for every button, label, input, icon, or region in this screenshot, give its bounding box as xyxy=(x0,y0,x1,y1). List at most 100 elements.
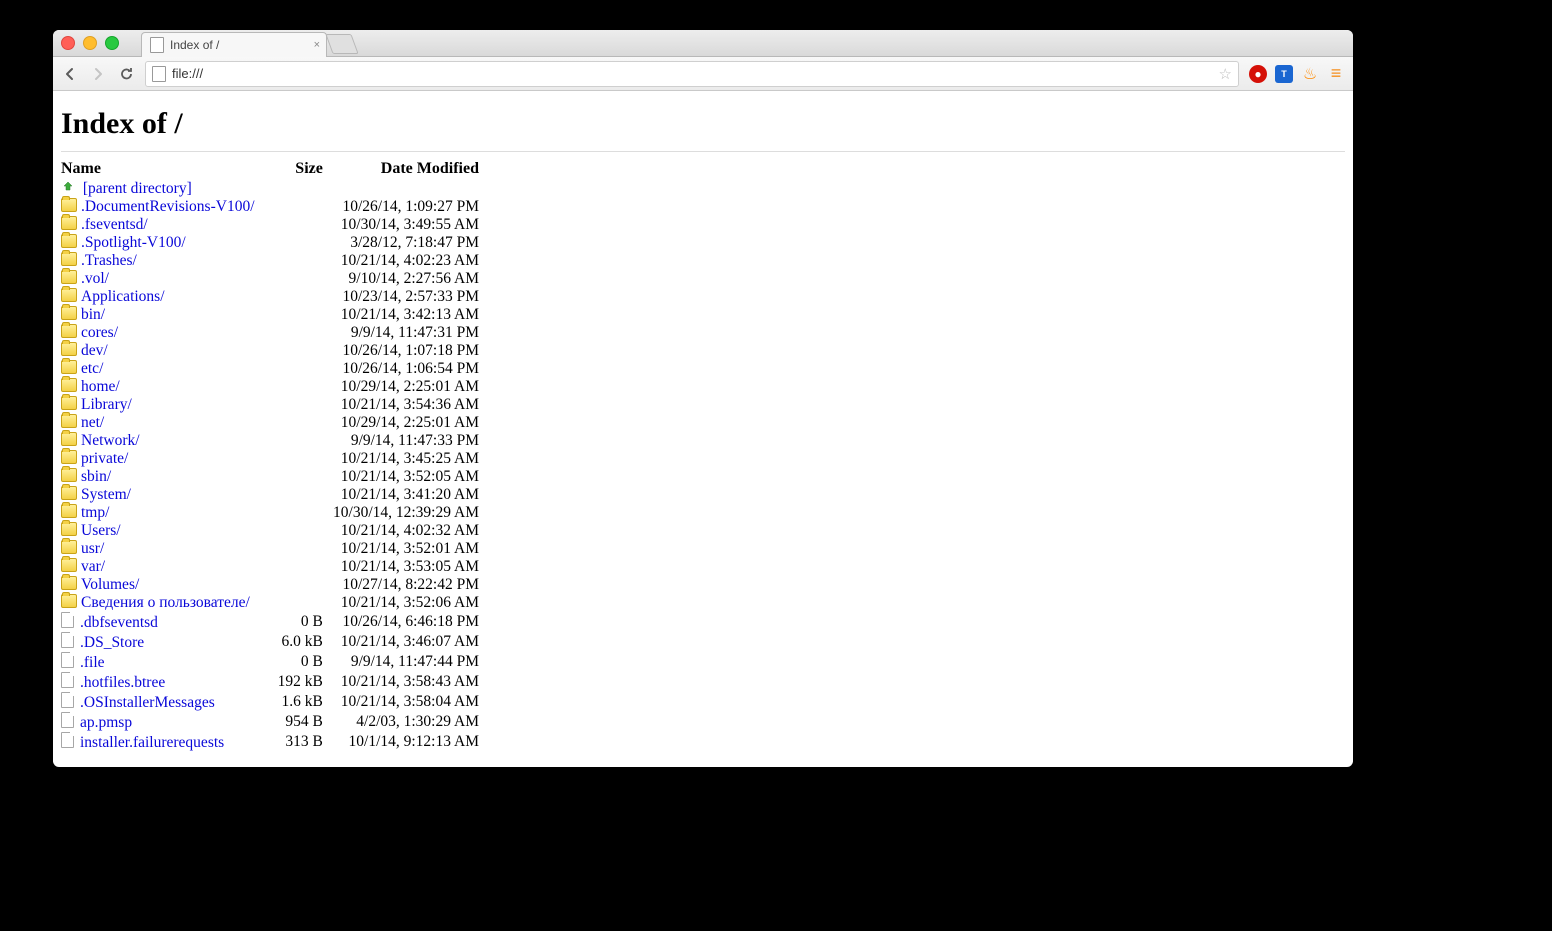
page-title: Index of / xyxy=(61,107,1345,141)
entry-link[interactable]: .DS_Store xyxy=(80,634,144,651)
file-icon xyxy=(61,632,74,648)
entry-date: 10/21/14, 3:46:07 AM xyxy=(327,632,483,652)
entry-size xyxy=(275,450,327,468)
entry-date: 10/29/14, 2:25:01 AM xyxy=(327,414,483,432)
entry-size xyxy=(275,342,327,360)
entry-link[interactable]: Network/ xyxy=(81,432,140,449)
folder-icon xyxy=(61,198,77,212)
folder-icon xyxy=(61,576,77,590)
toolbar: file:/// ☆ ● T ♨ ≡ xyxy=(53,57,1353,91)
entry-size: 192 kB xyxy=(275,672,327,692)
titlebar: Index of / × xyxy=(53,30,1353,57)
entry-link[interactable]: .DocumentRevisions-V100/ xyxy=(81,198,255,215)
entry-date: 3/28/12, 7:18:47 PM xyxy=(327,234,483,252)
entry-link[interactable]: net/ xyxy=(81,414,104,431)
new-tab-button[interactable] xyxy=(325,34,358,54)
entry-link[interactable]: etc/ xyxy=(81,360,103,377)
entry-link[interactable]: cores/ xyxy=(81,324,118,341)
listing-row: .Spotlight-V100/3/28/12, 7:18:47 PM xyxy=(61,234,483,252)
listing-row: Applications/10/23/14, 2:57:33 PM xyxy=(61,288,483,306)
entry-date: 10/21/14, 4:02:32 AM xyxy=(327,522,483,540)
chrome-menu-button[interactable]: ≡ xyxy=(1327,65,1345,83)
listing-row: Сведения о пользователе/10/21/14, 3:52:0… xyxy=(61,594,483,612)
entry-link[interactable]: .Trashes/ xyxy=(81,252,137,269)
entry-link[interactable]: bin/ xyxy=(81,306,105,323)
entry-link[interactable]: sbin/ xyxy=(81,468,111,485)
entry-date: 10/27/14, 8:22:42 PM xyxy=(327,576,483,594)
entry-link[interactable]: Applications/ xyxy=(81,288,165,305)
entry-link[interactable]: Users/ xyxy=(81,522,121,539)
browser-tab[interactable]: Index of / × xyxy=(141,32,327,57)
col-size: Size xyxy=(275,158,327,180)
entry-date: 9/9/14, 11:47:31 PM xyxy=(327,324,483,342)
listing-row: net/10/29/14, 2:25:01 AM xyxy=(61,414,483,432)
entry-link[interactable]: Library/ xyxy=(81,396,132,413)
entry-size: 313 B xyxy=(275,732,327,752)
folder-icon xyxy=(61,450,77,464)
folder-icon xyxy=(61,396,77,410)
entry-link[interactable]: .Spotlight-V100/ xyxy=(81,234,186,251)
entry-link[interactable]: tmp/ xyxy=(81,504,109,521)
bookmark-star-icon[interactable]: ☆ xyxy=(1219,65,1232,83)
entry-link[interactable]: usr/ xyxy=(81,540,104,557)
entry-date: 10/23/14, 2:57:33 PM xyxy=(327,288,483,306)
window-zoom-button[interactable] xyxy=(105,36,119,50)
entry-link[interactable]: ap.pmsp xyxy=(80,714,132,731)
entry-link[interactable]: dev/ xyxy=(81,342,108,359)
listing-row: .DS_Store6.0 kB10/21/14, 3:46:07 AM xyxy=(61,632,483,652)
entry-link[interactable]: private/ xyxy=(81,450,128,467)
entry-date: 10/1/14, 9:12:13 AM xyxy=(327,732,483,752)
folder-icon xyxy=(61,378,77,392)
folder-icon xyxy=(61,486,77,500)
window-close-button[interactable] xyxy=(61,36,75,50)
listing-row: .fseventsd/10/30/14, 3:49:55 AM xyxy=(61,216,483,234)
listing-row: tmp/10/30/14, 12:39:29 AM xyxy=(61,504,483,522)
back-button[interactable] xyxy=(61,67,79,81)
reload-icon xyxy=(119,66,134,81)
divider xyxy=(61,151,1345,152)
entry-size xyxy=(275,360,327,378)
folder-icon xyxy=(61,432,77,446)
entry-link[interactable]: .dbfseventsd xyxy=(80,614,158,631)
entry-date: 10/30/14, 3:49:55 AM xyxy=(327,216,483,234)
entry-link[interactable]: .OSInstallerMessages xyxy=(80,694,215,711)
browser-window: Index of / × file:/// ☆ xyxy=(53,30,1353,767)
entry-date: 10/21/14, 4:02:23 AM xyxy=(327,252,483,270)
entry-link[interactable]: .hotfiles.btree xyxy=(80,674,165,691)
entry-size: 0 B xyxy=(275,612,327,632)
forward-button[interactable] xyxy=(89,67,107,81)
entry-date: 10/26/14, 1:07:18 PM xyxy=(327,342,483,360)
listing-row: System/10/21/14, 3:41:20 AM xyxy=(61,486,483,504)
entry-link[interactable]: var/ xyxy=(81,558,105,575)
listing-row: cores/9/9/14, 11:47:31 PM xyxy=(61,324,483,342)
up-icon xyxy=(61,180,75,194)
entry-link[interactable]: .fseventsd/ xyxy=(81,216,148,233)
address-bar[interactable]: file:/// ☆ xyxy=(145,61,1239,87)
parent-directory-link[interactable]: [parent directory] xyxy=(83,180,192,197)
folder-icon xyxy=(61,306,77,320)
window-minimize-button[interactable] xyxy=(83,36,97,50)
extension-flame-icon[interactable]: ♨ xyxy=(1301,65,1319,83)
folder-icon xyxy=(61,558,77,572)
extension-tv-icon[interactable]: T xyxy=(1275,65,1293,83)
entry-link[interactable]: System/ xyxy=(81,486,131,503)
entry-date: 10/21/14, 3:58:43 AM xyxy=(327,672,483,692)
entry-link[interactable]: home/ xyxy=(81,378,120,395)
entry-size xyxy=(275,432,327,450)
url-text: file:/// xyxy=(172,66,203,81)
nav-buttons xyxy=(61,66,135,81)
entry-link[interactable]: Сведения о пользователе/ xyxy=(81,594,250,611)
entry-size: 954 B xyxy=(275,712,327,732)
entry-date: 10/29/14, 2:25:01 AM xyxy=(327,378,483,396)
entry-link[interactable]: .vol/ xyxy=(81,270,109,287)
entry-link[interactable]: installer.failurerequests xyxy=(80,734,224,751)
entry-link[interactable]: Volumes/ xyxy=(81,576,139,593)
folder-icon xyxy=(61,288,77,302)
reload-button[interactable] xyxy=(117,66,135,81)
listing-row: ap.pmsp954 B4/2/03, 1:30:29 AM xyxy=(61,712,483,732)
entry-link[interactable]: .file xyxy=(80,654,105,671)
tab-close-button[interactable]: × xyxy=(314,39,320,51)
extension-lastfm-icon[interactable]: ● xyxy=(1249,65,1267,83)
listing-row: home/10/29/14, 2:25:01 AM xyxy=(61,378,483,396)
folder-icon xyxy=(61,522,77,536)
